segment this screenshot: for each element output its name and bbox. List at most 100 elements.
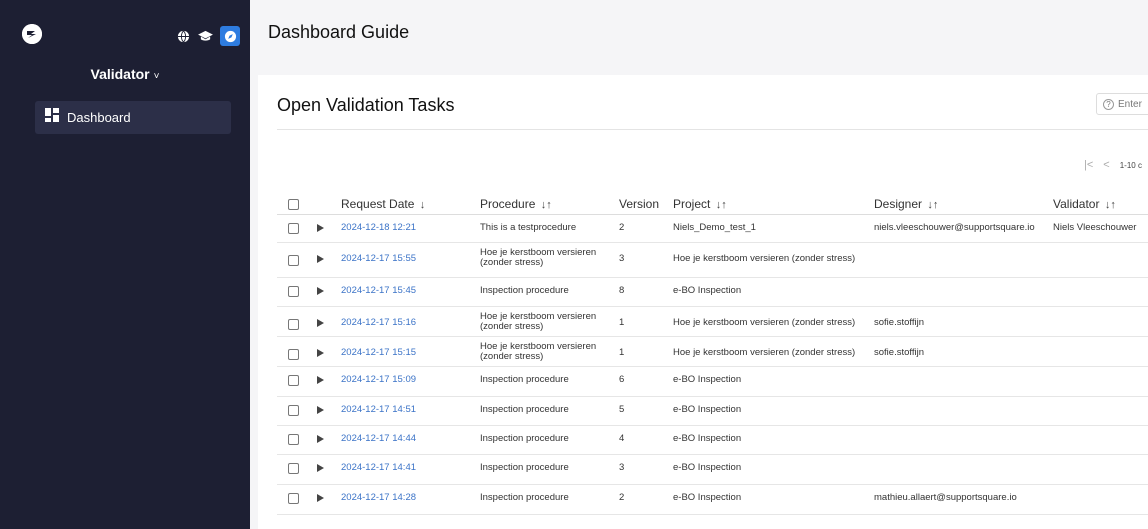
row-checkbox[interactable] — [288, 319, 299, 330]
sort-icon: ↓↑ — [927, 199, 939, 211]
expand-row-icon[interactable] — [317, 464, 324, 472]
version-cell: 2 — [619, 222, 625, 233]
table-row[interactable]: 2024-12-18 12:21 This is a testprocedure 2… — [277, 215, 1148, 243]
table-header: Request Date ↓ Procedure ↓↑ Version Proj… — [277, 193, 1148, 215]
header-version: Version — [619, 197, 660, 211]
request-date-link[interactable]: 2024-12-17 14:44 — [341, 433, 416, 444]
expand-row-icon[interactable] — [317, 406, 324, 414]
table-row[interactable]: 2024-12-17 15:45 Inspection procedure 8 e-B… — [277, 278, 1148, 307]
table-row[interactable]: 2024-12-17 15:55 Hoe je kerstboom versier… — [277, 243, 1148, 278]
designer-cell: sofie.stoffijn — [874, 347, 924, 358]
request-date-link[interactable]: 2024-12-17 14:28 — [341, 492, 416, 503]
procedure-cell: Inspection procedure — [480, 492, 569, 503]
header-request-date[interactable]: Request Date ↓ — [341, 197, 425, 211]
row-checkbox[interactable] — [288, 286, 299, 297]
sidebar: Validator ˅ Dashboard — [0, 0, 250, 529]
project-cell: Hoe je kerstboom versieren (zonder stres… — [673, 347, 856, 358]
expand-row-icon[interactable] — [317, 349, 324, 357]
sort-icon: ↓↑ — [540, 199, 552, 211]
request-date-link[interactable]: 2024-12-17 15:15 — [341, 347, 416, 358]
table-row[interactable]: 2024-12-17 15:09 Inspection procedure 6 e-B… — [277, 367, 1148, 397]
request-date-link[interactable]: 2024-12-17 15:45 — [341, 285, 416, 296]
row-checkbox[interactable] — [288, 405, 299, 416]
table-row[interactable]: 2024-12-17 14:28 Inspection procedure 2 e-B… — [277, 485, 1148, 515]
expand-row-icon[interactable] — [317, 435, 324, 443]
project-cell: e-BO Inspection — [673, 462, 742, 473]
role-selector[interactable]: Validator ˅ — [0, 66, 250, 82]
select-all-checkbox[interactable] — [288, 199, 299, 210]
paginator: |< < 1-10 c — [1084, 159, 1142, 171]
project-cell: e-BO Inspection — [673, 404, 742, 415]
expand-row-icon[interactable] — [317, 376, 324, 384]
row-checkbox[interactable] — [288, 434, 299, 445]
row-checkbox[interactable] — [288, 223, 299, 234]
version-cell: 2 — [619, 492, 625, 503]
table-row[interactable]: 2024-12-17 14:41 Inspection procedure 3 e-B… — [277, 455, 1148, 485]
procedure-cell: Inspection procedure — [480, 285, 569, 296]
validator-cell: Niels Vleeschouwer — [1053, 222, 1137, 233]
role-label: Validator — [90, 66, 150, 82]
procedure-cell: Inspection procedure — [480, 462, 569, 473]
request-date-link[interactable]: 2024-12-17 14:51 — [341, 404, 416, 415]
header-validator[interactable]: Validator ↓↑ — [1053, 197, 1116, 211]
table-row[interactable]: 2024-12-17 15:16 Hoe je kerstboom versier… — [277, 307, 1148, 337]
request-date-link[interactable]: 2024-12-18 12:21 — [341, 222, 416, 233]
project-cell: e-BO Inspection — [673, 285, 742, 296]
sort-desc-icon: ↓ — [419, 199, 426, 211]
app-logo[interactable] — [22, 24, 42, 44]
version-cell: 8 — [619, 285, 625, 296]
project-cell: e-BO Inspection — [673, 433, 742, 444]
project-cell: e-BO Inspection — [673, 374, 742, 385]
row-checkbox[interactable] — [288, 255, 299, 266]
expand-row-icon[interactable] — [317, 255, 324, 263]
header-project[interactable]: Project ↓↑ — [673, 197, 727, 211]
procedure-cell: Hoe je kerstboom versieren (zonder stres… — [480, 341, 597, 362]
graduation-cap-icon[interactable] — [196, 27, 214, 45]
compass-icon[interactable] — [220, 26, 240, 46]
enter-button[interactable]: ? Enter — [1096, 93, 1148, 115]
expand-row-icon[interactable] — [317, 494, 324, 502]
project-cell: Hoe je kerstboom versieren (zonder stres… — [673, 253, 856, 264]
procedure-cell: Hoe je kerstboom versieren (zonder stres… — [480, 311, 597, 332]
project-cell: Hoe je kerstboom versieren (zonder stres… — [673, 317, 856, 328]
first-page-icon[interactable]: |< — [1084, 159, 1093, 171]
expand-row-icon[interactable] — [317, 287, 324, 295]
sort-icon: ↓↑ — [715, 199, 727, 211]
card-title: Open Validation Tasks — [277, 95, 455, 115]
header-procedure[interactable]: Procedure ↓↑ — [480, 197, 552, 211]
table-row[interactable]: 2024-12-17 15:15 Hoe je kerstboom versier… — [277, 337, 1148, 367]
version-cell: 4 — [619, 433, 625, 444]
request-date-link[interactable]: 2024-12-17 15:16 — [341, 317, 416, 328]
row-checkbox[interactable] — [288, 463, 299, 474]
request-date-link[interactable]: 2024-12-17 15:55 — [341, 253, 416, 264]
tasks-table: Request Date ↓ Procedure ↓↑ Version Proj… — [277, 193, 1148, 515]
table-row[interactable]: 2024-12-17 14:44 Inspection procedure 4 e-B… — [277, 426, 1148, 455]
request-date-link[interactable]: 2024-12-17 14:41 — [341, 462, 416, 473]
expand-row-icon[interactable] — [317, 224, 324, 232]
sidebar-item-label: Dashboard — [67, 110, 131, 125]
version-cell: 3 — [619, 462, 625, 473]
row-checkbox[interactable] — [288, 349, 299, 360]
version-cell: 6 — [619, 374, 625, 385]
request-date-link[interactable]: 2024-12-17 15:09 — [341, 374, 416, 385]
prev-page-icon[interactable]: < — [1103, 159, 1109, 171]
project-cell: e-BO Inspection — [673, 492, 742, 503]
project-cell: Niels_Demo_test_1 — [673, 222, 756, 233]
row-checkbox[interactable] — [288, 493, 299, 504]
chevron-down-icon: ˅ — [153, 71, 160, 82]
version-cell: 5 — [619, 404, 625, 415]
header-designer[interactable]: Designer ↓↑ — [874, 197, 938, 211]
page-range: 1-10 c — [1119, 160, 1142, 170]
version-cell: 1 — [619, 317, 625, 328]
designer-cell: niels.vleeschouwer@supportsquare.io — [874, 222, 1035, 233]
sidebar-item-dashboard[interactable]: Dashboard — [35, 101, 231, 134]
designer-cell: mathieu.allaert@supportsquare.io — [874, 492, 1017, 503]
row-checkbox[interactable] — [288, 375, 299, 386]
globe-icon[interactable] — [174, 27, 192, 45]
validation-tasks-card: Open Validation Tasks ? Enter |< < 1-10 … — [258, 75, 1148, 529]
procedure-cell: Inspection procedure — [480, 404, 569, 415]
procedure-cell: Inspection procedure — [480, 374, 569, 385]
table-row[interactable]: 2024-12-17 14:51 Inspection procedure 5 e-B… — [277, 397, 1148, 426]
page-title: Dashboard Guide — [268, 22, 410, 42]
expand-row-icon[interactable] — [317, 319, 324, 327]
